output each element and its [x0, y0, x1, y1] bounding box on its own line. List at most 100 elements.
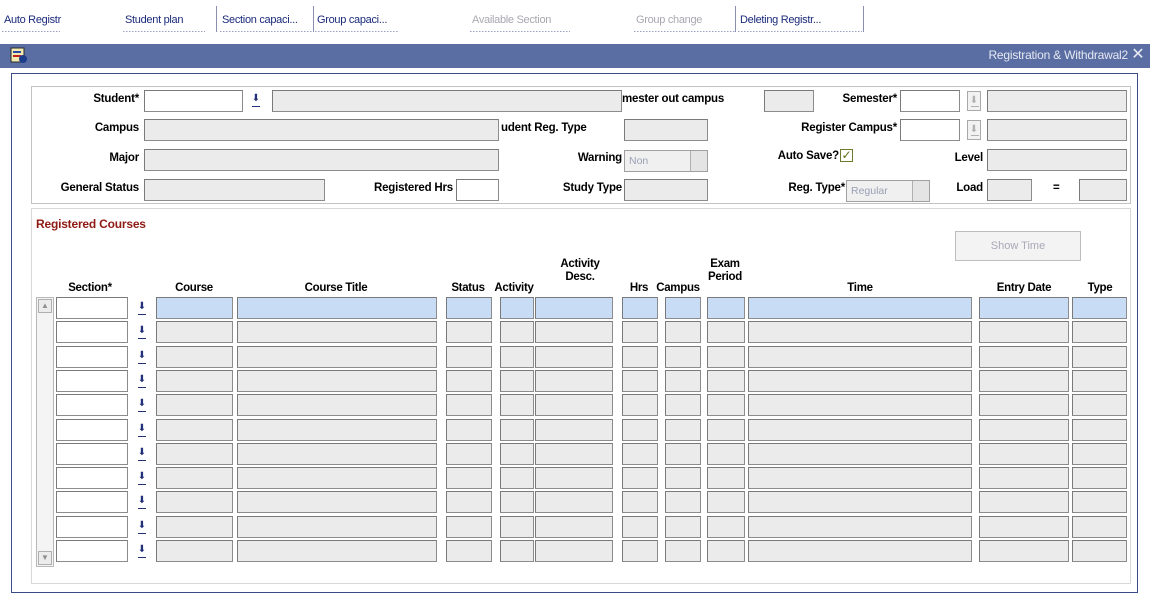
- cell-course-title: [237, 491, 437, 514]
- cell-hrs: [622, 345, 658, 368]
- cell-activity-desc: [535, 345, 613, 368]
- cell-time: [748, 369, 972, 392]
- section-lov-icon[interactable]: ⬇: [135, 444, 149, 464]
- cell-section[interactable]: [56, 515, 128, 538]
- warning-label: Warning: [577, 152, 622, 164]
- cell-entry-date: [979, 297, 1069, 319]
- section-lov-icon[interactable]: ⬇: [135, 517, 149, 537]
- cell-time: [748, 297, 972, 319]
- cell-section[interactable]: [56, 345, 128, 368]
- cell-activity-desc: [535, 491, 613, 514]
- scroll-down-arrow-icon[interactable]: ▼: [38, 551, 52, 565]
- student-label: Student*: [93, 93, 139, 105]
- register-campus-lov-icon[interactable]: ⬇: [967, 120, 981, 140]
- cell-section[interactable]: [56, 369, 128, 392]
- column-header-section: Section*: [68, 282, 112, 294]
- campus-label: Campus: [94, 122, 139, 134]
- cell-course: [156, 418, 233, 441]
- cell-course: [156, 297, 233, 319]
- section-lov-icon[interactable]: ⬇: [135, 322, 149, 342]
- cell-course: [156, 515, 233, 538]
- cell-activity-desc: [535, 297, 613, 319]
- cell-campus: [665, 515, 701, 538]
- load-total-field: [1079, 179, 1127, 201]
- warning-select[interactable]: Non: [624, 150, 708, 172]
- section-lov-icon[interactable]: ⬇: [135, 420, 149, 440]
- level-label: Level: [954, 152, 984, 164]
- cell-type: [1072, 540, 1127, 562]
- cell-section[interactable]: [56, 394, 128, 417]
- cell-section[interactable]: [56, 540, 128, 562]
- cell-section[interactable]: [56, 467, 128, 490]
- cell-section[interactable]: [56, 442, 128, 465]
- cell-hrs: [622, 442, 658, 465]
- cell-type: [1072, 345, 1127, 368]
- auto-save-checkbox[interactable]: ✓: [840, 149, 853, 162]
- cell-activity-desc: [535, 321, 613, 344]
- cell-time: [748, 515, 972, 538]
- cell-hrs: [622, 515, 658, 538]
- tab-underline: [123, 31, 205, 32]
- cell-section[interactable]: [56, 321, 128, 344]
- window-title: Registration & Withdrawal2: [988, 48, 1128, 62]
- tab-underline: [470, 31, 570, 32]
- cell-campus: [665, 297, 701, 319]
- semester-field[interactable]: [900, 90, 960, 112]
- cell-exam-period: [707, 467, 745, 490]
- rows-scrollbar[interactable]: ▲ ▼: [36, 297, 54, 567]
- cell-status: [446, 369, 492, 392]
- cell-entry-date: [979, 540, 1069, 562]
- cell-type: [1072, 515, 1127, 538]
- section-lov-icon[interactable]: ⬇: [135, 541, 149, 561]
- section-lov-icon[interactable]: ⬇: [135, 492, 149, 512]
- section-lov-icon[interactable]: ⬇: [135, 347, 149, 367]
- cell-campus: [665, 418, 701, 441]
- cell-status: [446, 467, 492, 490]
- cell-activity: [500, 491, 534, 514]
- cell-course: [156, 540, 233, 562]
- cell-entry-date: [979, 491, 1069, 514]
- cell-activity: [500, 442, 534, 465]
- cell-type: [1072, 297, 1127, 319]
- student-field[interactable]: [144, 90, 243, 112]
- cell-course-title: [237, 345, 437, 368]
- semester-lov-icon[interactable]: ⬇: [967, 91, 981, 111]
- section-lov-icon[interactable]: ⬇: [135, 371, 149, 391]
- cell-activity: [500, 418, 534, 441]
- semester-label: Semester*: [842, 93, 898, 105]
- cell-section[interactable]: [56, 418, 128, 441]
- cell-hrs: [622, 369, 658, 392]
- cell-exam-period: [707, 491, 745, 514]
- student-reg-type-field: [624, 119, 708, 141]
- study-type-field: [624, 179, 708, 201]
- section-lov-icon[interactable]: ⬇: [135, 468, 149, 488]
- cell-campus: [665, 442, 701, 465]
- cell-hrs: [622, 467, 658, 490]
- cell-section[interactable]: [56, 491, 128, 514]
- reg-type-select[interactable]: Regular: [846, 180, 930, 202]
- column-header-course-title: Course Title: [304, 282, 368, 294]
- cell-activity: [500, 394, 534, 417]
- scroll-up-arrow-icon[interactable]: ▲: [38, 299, 52, 313]
- load-label: Load: [956, 182, 983, 194]
- cell-exam-period: [707, 418, 745, 441]
- register-campus-field[interactable]: [900, 119, 960, 141]
- section-lov-icon[interactable]: ⬇: [135, 395, 149, 415]
- show-time-button[interactable]: Show Time: [955, 231, 1081, 261]
- cell-section[interactable]: [56, 297, 128, 319]
- load-field: [987, 179, 1032, 201]
- registered-hrs-field[interactable]: [456, 179, 499, 201]
- cell-time: [748, 321, 972, 344]
- cell-exam-period: [707, 394, 745, 417]
- auto-save-label: Auto Save?: [777, 150, 839, 162]
- cell-hrs: [622, 418, 658, 441]
- close-icon[interactable]: ✕: [1130, 46, 1146, 64]
- tab-separator: [313, 6, 314, 32]
- cell-type: [1072, 394, 1127, 417]
- registered-courses-title: Registered Courses: [36, 217, 146, 231]
- student-lov-icon[interactable]: ⬇: [249, 90, 263, 110]
- cell-activity-desc: [535, 394, 613, 417]
- cell-exam-period: [707, 442, 745, 465]
- section-lov-icon[interactable]: ⬇: [135, 298, 149, 318]
- cell-status: [446, 297, 492, 319]
